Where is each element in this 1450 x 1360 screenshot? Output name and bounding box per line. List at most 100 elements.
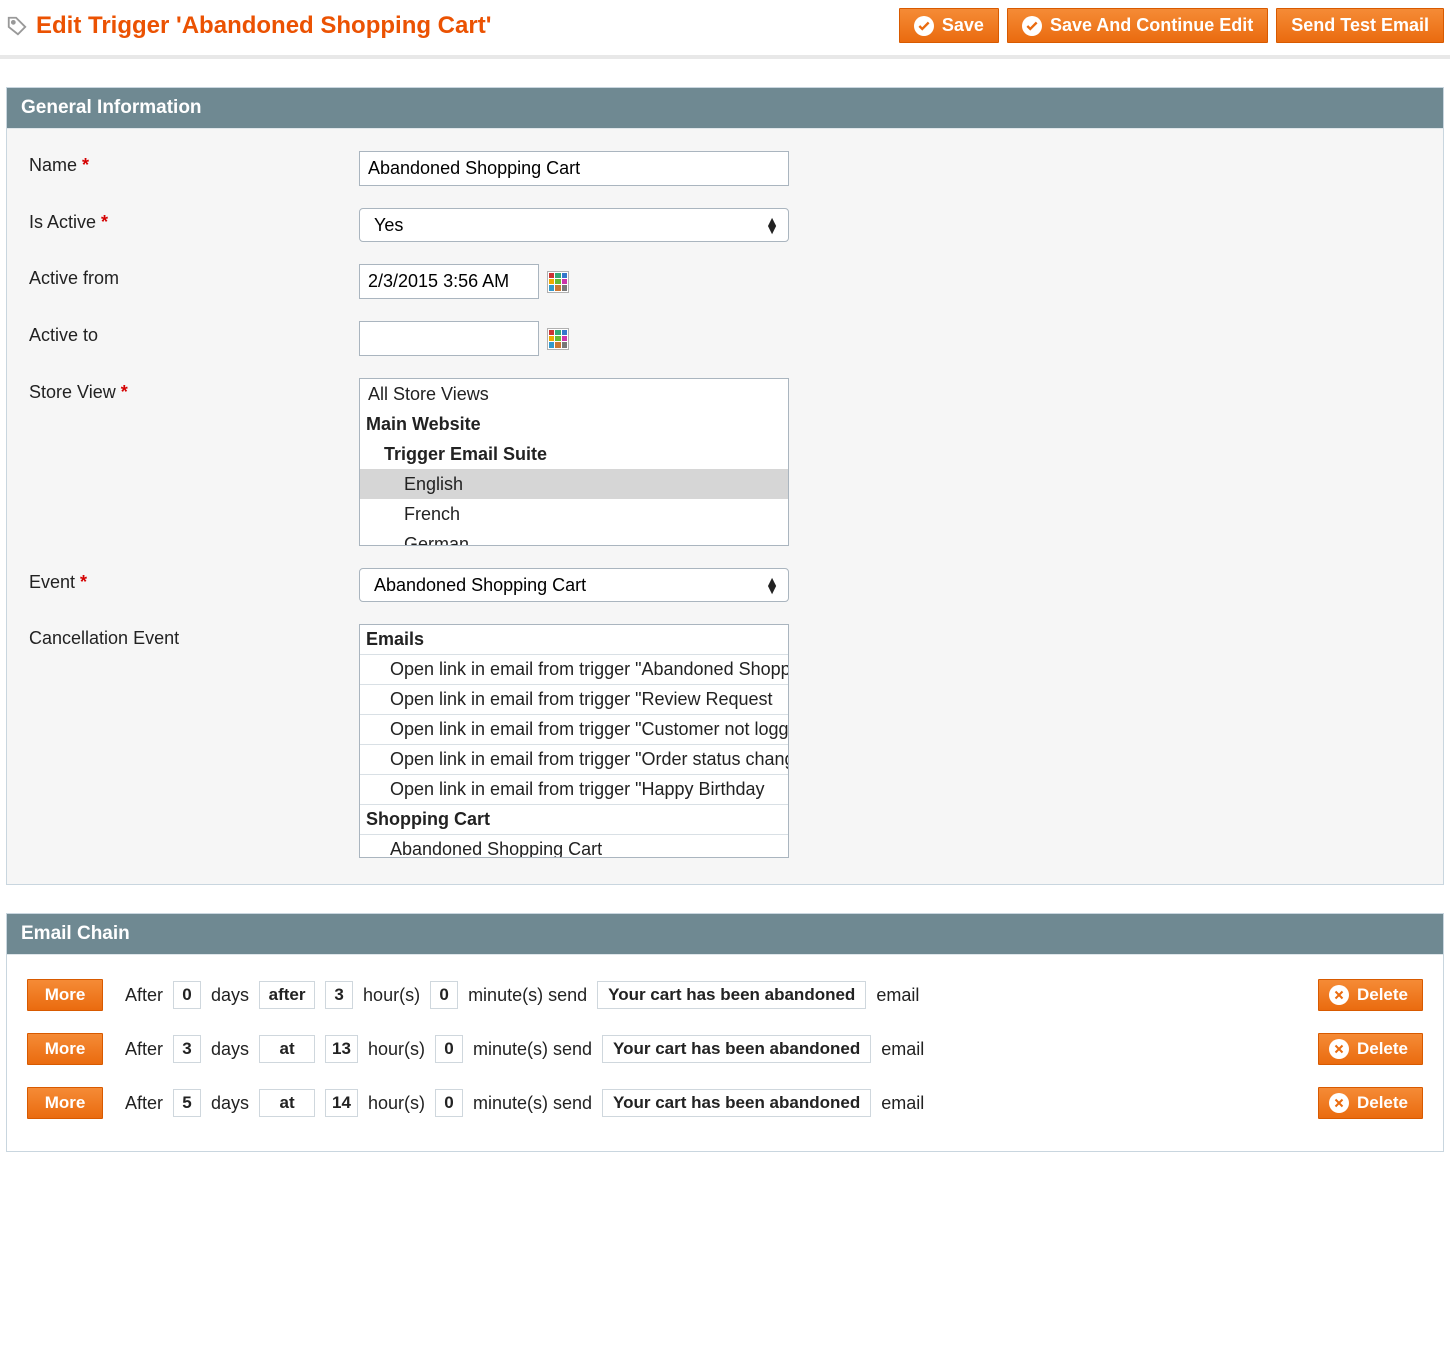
days-input[interactable]: 5 <box>173 1089 201 1117</box>
label-days: days <box>211 985 249 1006</box>
required-mark: * <box>82 155 89 175</box>
mode-input[interactable]: after <box>259 981 315 1009</box>
store-view-multiselect[interactable]: All Store ViewsMain WebsiteTrigger Email… <box>359 378 789 546</box>
close-icon <box>1329 1039 1349 1059</box>
section-email-chain-header: Email Chain <box>7 914 1443 954</box>
delete-label: Delete <box>1357 1039 1408 1059</box>
event-select[interactable]: Abandoned Shopping Cart <box>359 568 789 602</box>
label-after: After <box>125 1093 163 1114</box>
name-input[interactable] <box>359 151 789 186</box>
mode-input[interactable]: at <box>259 1035 315 1063</box>
section-email-chain-body: More After 0 days after 3 hour(s) 0 minute(s) se… <box>7 954 1443 1151</box>
label-hours: hour(s) <box>363 985 420 1006</box>
section-general: General Information Name * Is Active * Y… <box>6 87 1444 885</box>
tag-icon <box>6 15 28 37</box>
calendar-icon[interactable] <box>547 271 569 293</box>
is-active-select[interactable]: Yes <box>359 208 789 242</box>
label-event: Event * <box>29 568 359 593</box>
label-minutes-send: minute(s) send <box>473 1093 592 1114</box>
close-icon <box>1329 1093 1349 1113</box>
minutes-input[interactable]: 0 <box>430 981 458 1009</box>
label-active-to: Active to <box>29 321 359 346</box>
delete-label: Delete <box>1357 1093 1408 1113</box>
more-button[interactable]: More <box>27 1087 103 1119</box>
send-test-email-label: Send Test Email <box>1291 15 1429 36</box>
check-icon <box>1022 16 1042 36</box>
section-general-header: General Information <box>7 88 1443 128</box>
delete-button[interactable]: Delete <box>1318 979 1423 1011</box>
calendar-icon[interactable] <box>547 328 569 350</box>
header-buttons: Save Save And Continue Edit Send Test Em… <box>899 8 1444 43</box>
required-mark: * <box>121 382 128 402</box>
section-email-chain: Email Chain More After 0 days after 3 hour(s) 0… <box>6 913 1444 1152</box>
label-after: After <box>125 1039 163 1060</box>
page-header: Edit Trigger 'Abandoned Shopping Cart' S… <box>0 0 1450 59</box>
cancellation-option[interactable]: Shopping Cart <box>360 804 788 834</box>
cancellation-option[interactable]: Emails <box>360 625 788 654</box>
delete-button[interactable]: Delete <box>1318 1087 1423 1119</box>
cancellation-option[interactable]: Abandoned Shopping Cart <box>360 834 788 858</box>
hours-input[interactable]: 3 <box>325 981 353 1009</box>
label-active-from: Active from <box>29 264 359 289</box>
minutes-input[interactable]: 0 <box>435 1035 463 1063</box>
page-title: Edit Trigger 'Abandoned Shopping Cart' <box>36 12 491 40</box>
more-button[interactable]: More <box>27 979 103 1011</box>
cancellation-option[interactable]: Open link in email from trigger "Abandon… <box>360 654 788 684</box>
label-is-active: Is Active * <box>29 208 359 233</box>
label-email: email <box>881 1039 924 1060</box>
label-cancellation: Cancellation Event <box>29 624 359 649</box>
hours-input[interactable]: 14 <box>325 1089 358 1117</box>
active-from-input[interactable] <box>359 264 539 299</box>
store-view-option[interactable]: All Store Views <box>360 379 788 409</box>
label-after: After <box>125 985 163 1006</box>
label-email: email <box>876 985 919 1006</box>
section-general-body: Name * Is Active * Yes ▲▼ Active from <box>7 128 1443 884</box>
cancellation-option[interactable]: Open link in email from trigger "Review … <box>360 684 788 714</box>
close-icon <box>1329 985 1349 1005</box>
minutes-input[interactable]: 0 <box>435 1089 463 1117</box>
save-continue-button-label: Save And Continue Edit <box>1050 15 1253 36</box>
store-view-option[interactable]: Main Website <box>360 409 788 439</box>
template-input[interactable]: Your cart has been abandoned <box>602 1035 871 1063</box>
cancellation-option[interactable]: Open link in email from trigger "Order s… <box>360 744 788 774</box>
check-icon <box>914 16 934 36</box>
days-input[interactable]: 0 <box>173 981 201 1009</box>
email-chain-row: More After 5 daysat 14 hour(s) 0 minute(s) send… <box>27 1087 1423 1119</box>
days-input[interactable]: 3 <box>173 1035 201 1063</box>
required-mark: * <box>101 212 108 232</box>
template-input[interactable]: Your cart has been abandoned <box>602 1089 871 1117</box>
row-cancellation: Cancellation Event EmailsOpen link in em… <box>29 624 1421 858</box>
active-to-input[interactable] <box>359 321 539 356</box>
delete-button[interactable]: Delete <box>1318 1033 1423 1065</box>
save-button-label: Save <box>942 15 984 36</box>
cancellation-option[interactable]: Open link in email from trigger "Happy B… <box>360 774 788 804</box>
send-test-email-button[interactable]: Send Test Email <box>1276 8 1444 43</box>
label-store-view: Store View * <box>29 378 359 403</box>
label-days: days <box>211 1039 249 1060</box>
hours-input[interactable]: 13 <box>325 1035 358 1063</box>
store-view-option[interactable]: Trigger Email Suite <box>360 439 788 469</box>
cancellation-multiselect[interactable]: EmailsOpen link in email from trigger "A… <box>359 624 789 858</box>
row-event: Event * Abandoned Shopping Cart ▲▼ <box>29 568 1421 602</box>
label-minutes-send: minute(s) send <box>468 985 587 1006</box>
label-name: Name * <box>29 151 359 176</box>
label-minutes-send: minute(s) send <box>473 1039 592 1060</box>
email-chain-row: MoreAfter3daysat13hour(s)0minute(s) send… <box>27 1033 1423 1065</box>
template-input[interactable]: Your cart has been abandoned <box>597 981 866 1009</box>
delete-label: Delete <box>1357 985 1408 1005</box>
mode-input[interactable]: at <box>259 1089 315 1117</box>
label-email: email <box>881 1093 924 1114</box>
label-hours: hour(s) <box>368 1093 425 1114</box>
store-view-option[interactable]: English <box>360 469 788 499</box>
save-button[interactable]: Save <box>899 8 999 43</box>
row-is-active: Is Active * Yes ▲▼ <box>29 208 1421 242</box>
more-button[interactable]: More <box>27 1033 103 1065</box>
label-days: days <box>211 1093 249 1114</box>
required-mark: * <box>80 572 87 592</box>
cancellation-option[interactable]: Open link in email from trigger "Custome… <box>360 714 788 744</box>
row-store-view: Store View * All Store ViewsMain Website… <box>29 378 1421 546</box>
page-title-wrap: Edit Trigger 'Abandoned Shopping Cart' <box>6 12 491 40</box>
store-view-option[interactable]: German <box>360 529 788 546</box>
save-continue-button[interactable]: Save And Continue Edit <box>1007 8 1268 43</box>
store-view-option[interactable]: French <box>360 499 788 529</box>
